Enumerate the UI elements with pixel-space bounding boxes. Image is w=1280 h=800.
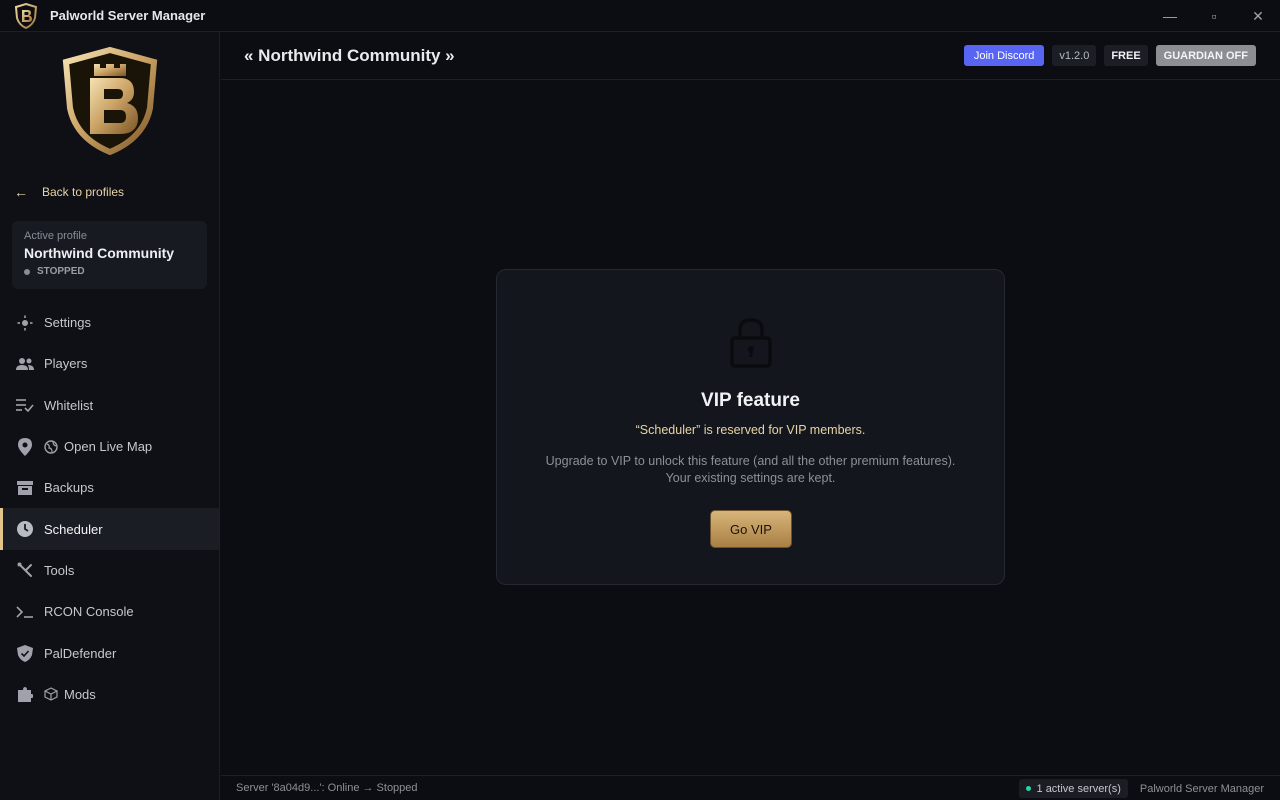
minimize-button[interactable]: —	[1148, 0, 1192, 32]
back-to-profiles-label: Back to profiles	[42, 185, 125, 199]
whitelist-icon	[16, 396, 34, 414]
sidebar-item-tools[interactable]: Tools	[0, 550, 219, 591]
sidebar-item-label: Settings	[44, 315, 91, 331]
archive-icon	[16, 479, 34, 497]
sidebar-item-label: Backups	[44, 480, 94, 496]
page-header: « Northwind Community » Join Discord v1.…	[221, 32, 1280, 80]
players-icon	[16, 355, 34, 373]
status-message: Server '8a04d9...': Online → Stopped	[236, 782, 418, 794]
status-bar: Server '8a04d9...': Online → Stopped 1 a…	[221, 775, 1280, 800]
sidebar-item-label: Mods	[64, 686, 96, 702]
app-logo-icon	[13, 2, 39, 29]
page-title: « Northwind Community »	[244, 45, 455, 65]
sidebar: ← Back to profiles Active profile Northw…	[0, 32, 220, 800]
vip-description-line: Upgrade to VIP to unlock this feature (a…	[545, 454, 956, 468]
close-button[interactable]: ✕	[1236, 0, 1280, 32]
active-servers-text: 1 active server(s)	[1036, 782, 1121, 795]
lock-icon	[728, 316, 774, 368]
profile-name: Northwind Community	[24, 245, 175, 261]
app-title: Palworld Server Manager	[50, 8, 206, 23]
sidebar-item-label: RCON Console	[44, 604, 134, 620]
map-pin-icon	[16, 437, 34, 456]
guardian-toggle-button[interactable]: GUARDIAN OFF	[1155, 45, 1256, 66]
sidebar-item-label: Tools	[44, 562, 75, 578]
sidebar-item-label: Players	[44, 356, 88, 372]
maximize-button[interactable]: ▫	[1192, 0, 1236, 32]
back-to-profiles-link[interactable]: ← Back to profiles	[14, 184, 124, 200]
sidebar-item-label: Whitelist	[44, 397, 94, 413]
tools-icon	[16, 561, 34, 579]
main-content: VIP feature “Scheduler” is reserved for …	[221, 81, 1280, 774]
active-profile-card: Active profile Northwind Community STOPP…	[12, 221, 207, 289]
terminal-icon	[16, 603, 34, 621]
sidebar-item-label: Open Live Map	[64, 439, 153, 455]
clock-icon	[16, 520, 34, 538]
sidebar-item-mods[interactable]: Mods	[0, 674, 219, 715]
sidebar-item-rcon-console[interactable]: RCON Console	[0, 591, 219, 632]
sidebar-item-scheduler[interactable]: Scheduler	[0, 508, 219, 551]
version-badge: v1.2.0	[1052, 45, 1097, 66]
sidebar-nav: Settings Players Whitelist Open Live Map	[0, 302, 219, 715]
vip-reserved-text: “Scheduler” is reserved for VIP members.	[635, 423, 866, 437]
sidebar-item-open-live-map[interactable]: Open Live Map	[0, 426, 219, 467]
arrow-left-icon: ←	[14, 184, 28, 200]
vip-description-line: Your existing settings are kept.	[665, 471, 836, 485]
active-servers-badge: 1 active server(s)	[1018, 779, 1128, 798]
cube-icon	[44, 687, 58, 701]
online-dot-icon	[1025, 786, 1031, 791]
shield-icon	[16, 644, 34, 662]
sidebar-item-settings[interactable]: Settings	[0, 302, 219, 343]
plan-badge: FREE	[1104, 45, 1148, 66]
go-vip-button[interactable]: Go VIP	[710, 510, 792, 548]
profile-status-text: STOPPED	[37, 266, 85, 277]
profile-status-badge: STOPPED	[24, 266, 195, 277]
sidebar-item-label: Scheduler	[44, 521, 103, 537]
vip-feature-card: VIP feature “Scheduler” is reserved for …	[496, 269, 1005, 585]
join-discord-button[interactable]: Join Discord	[963, 45, 1045, 66]
sidebar-item-whitelist[interactable]: Whitelist	[0, 385, 219, 426]
sidebar-item-backups[interactable]: Backups	[0, 467, 219, 508]
sidebar-item-paldefender[interactable]: PalDefender	[0, 632, 219, 673]
vip-description: Upgrade to VIP to unlock this feature (a…	[497, 453, 1004, 487]
puzzle-icon	[16, 685, 34, 703]
vip-title: VIP feature	[701, 390, 800, 411]
sidebar-item-label: PalDefender	[44, 645, 117, 661]
title-bar: Palworld Server Manager — ▫ ✕	[0, 0, 1280, 32]
globe-icon	[44, 439, 58, 454]
settings-icon	[16, 314, 34, 332]
brand-logo-icon	[60, 46, 160, 156]
status-dot-icon	[24, 268, 30, 275]
profile-label: Active profile	[24, 230, 87, 242]
status-app-name: Palworld Server Manager	[1139, 782, 1264, 795]
sidebar-item-players[interactable]: Players	[0, 343, 219, 384]
